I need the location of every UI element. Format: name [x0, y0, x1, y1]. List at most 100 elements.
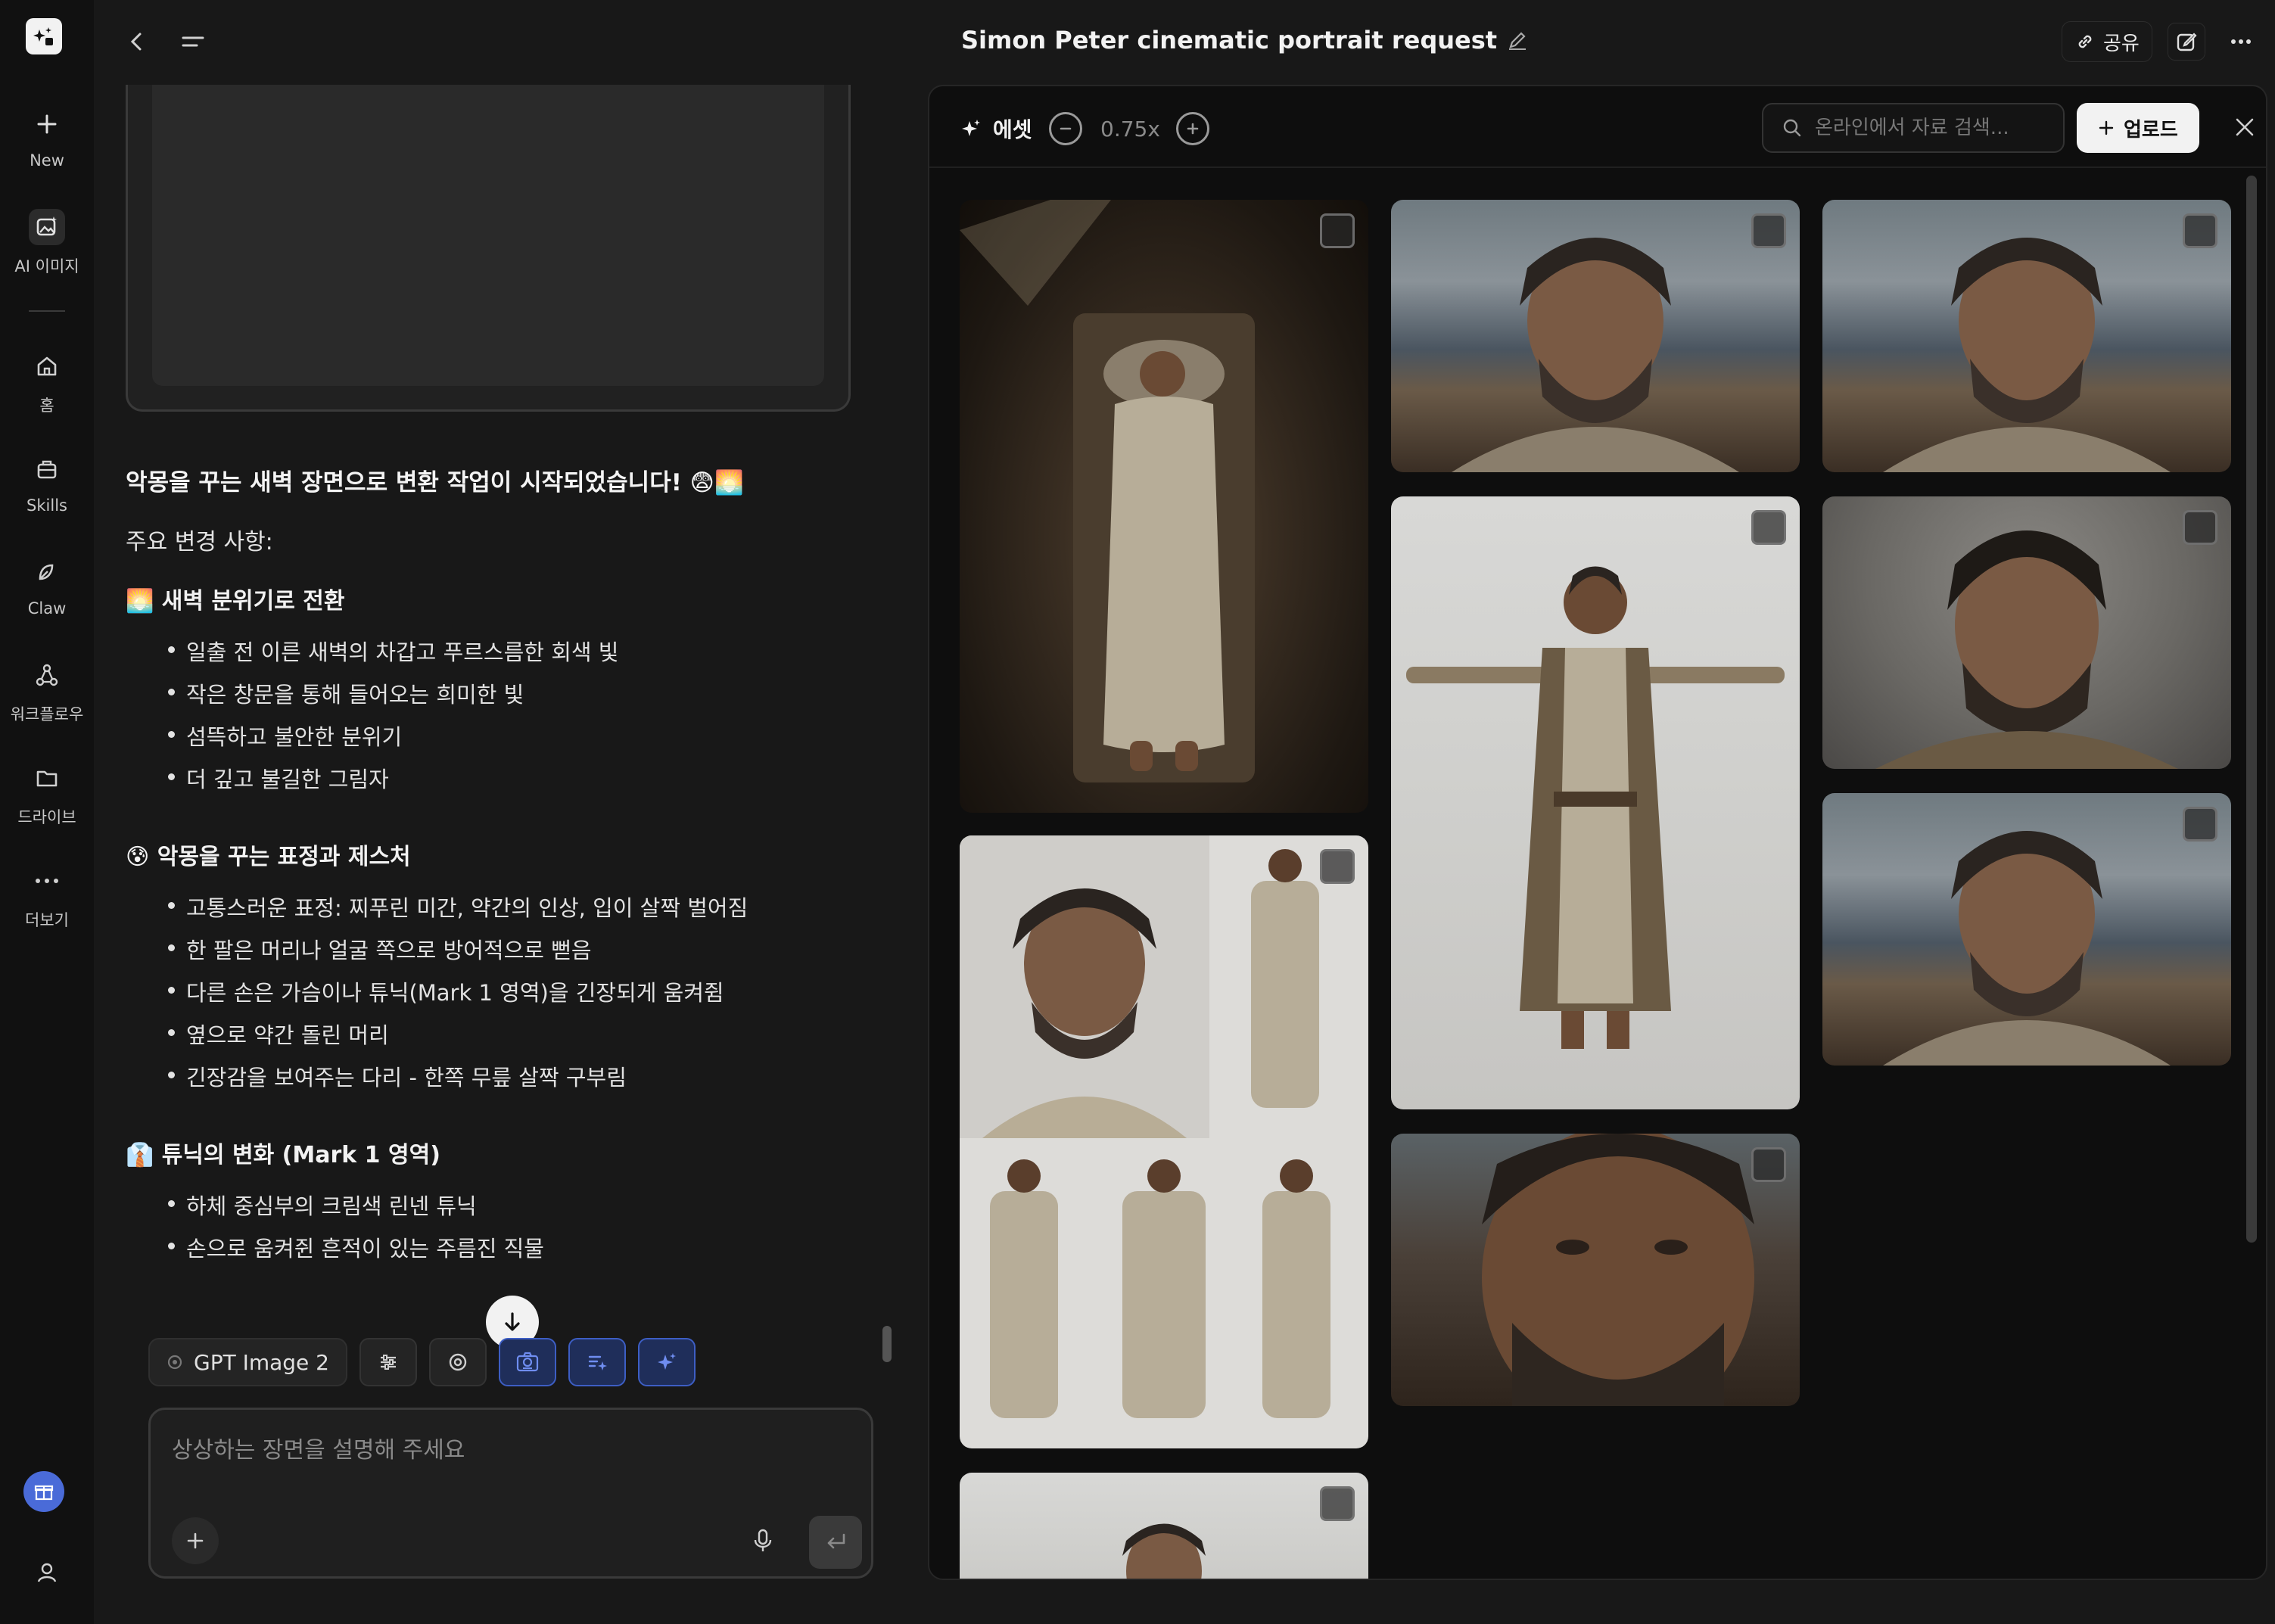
asset-thumbnail[interactable]: [1391, 496, 1800, 1109]
rail-drive[interactable]: 드라이브: [0, 760, 94, 828]
settings-sliders-button[interactable]: [359, 1338, 417, 1386]
magic-toggle[interactable]: [638, 1338, 696, 1386]
asset-search-input[interactable]: [1815, 117, 2042, 139]
list-item: 작은 창문을 통해 들어오는 희미한 빛: [126, 677, 882, 720]
target-icon: [449, 1353, 467, 1371]
asset-thumbnail[interactable]: [960, 1473, 1368, 1579]
rail-label: 워크플로우: [10, 705, 84, 723]
select-checkbox[interactable]: [1751, 1147, 1786, 1182]
prompt-enhance-toggle[interactable]: [568, 1338, 626, 1386]
style-button[interactable]: [429, 1338, 487, 1386]
message-headline: 악몽을 꾸는 새벽 장면으로 변환 작업이 시작되었습니다! 😨🌅: [126, 469, 744, 496]
zoom-out-button[interactable]: [1049, 112, 1082, 145]
chat-message: 악몽을 꾸는 새벽 장면으로 변환 작업이 시작되었습니다! 😨🌅 주요 변경 …: [126, 463, 882, 1307]
chat-panel: 악몽을 꾸는 새벽 장면으로 변환 작업이 시작되었습니다! 😨🌅 주요 변경 …: [94, 85, 904, 1624]
more-options-button[interactable]: [2222, 23, 2260, 61]
menu-button[interactable]: [174, 23, 212, 61]
app-logo-icon[interactable]: [26, 18, 62, 54]
asset-thumbnail[interactable]: [1822, 200, 2231, 472]
microphone-button[interactable]: [742, 1520, 783, 1561]
portrait-image: [1122, 1523, 1206, 1579]
claw-icon: [29, 554, 65, 590]
share-label: 공유: [2103, 32, 2140, 55]
asset-thumbnail[interactable]: [1822, 793, 2231, 1066]
section-heading: 👔 튜닉의 변화 (Mark 1 영역): [126, 1142, 440, 1168]
select-checkbox[interactable]: [1320, 849, 1355, 884]
list-item: 더 깊고 불길한 그림자: [126, 762, 882, 804]
select-checkbox[interactable]: [1320, 213, 1355, 248]
rail-label: Skills: [26, 496, 67, 515]
rail-label: Claw: [27, 599, 67, 618]
camera-on-toggle[interactable]: [499, 1338, 556, 1386]
t-pose-image: [1406, 566, 1785, 1049]
close-assets-button[interactable]: [2227, 109, 2263, 145]
chat-scrollbar[interactable]: [882, 1326, 892, 1362]
more-dots-icon: [2231, 39, 2251, 44]
edit-pencil-icon[interactable]: [1506, 29, 1529, 51]
rail-ai-image[interactable]: AI 이미지: [0, 209, 94, 277]
prompt-input[interactable]: [172, 1431, 838, 1469]
attach-button[interactable]: [172, 1517, 219, 1564]
rail-profile[interactable]: [0, 1554, 94, 1591]
page-title-text: Simon Peter cinematic portrait request: [961, 26, 1498, 54]
rail-label: 드라이브: [17, 808, 76, 826]
zoom-in-button[interactable]: [1176, 112, 1209, 145]
upload-button[interactable]: 업로드: [2077, 103, 2199, 153]
rail-skills[interactable]: Skills: [0, 451, 94, 515]
text-sparkle-icon: [588, 1355, 607, 1370]
upload-label: 업로드: [2124, 118, 2178, 142]
rail-label: AI 이미지: [14, 257, 79, 275]
asset-thumbnail[interactable]: [1822, 496, 2231, 769]
link-icon: [2078, 35, 2092, 48]
list-item: 한 팔은 머리나 얼굴 쪽으로 방어적으로 뻗음: [126, 933, 882, 975]
composer-toolbar: GPT Image 2: [148, 1338, 696, 1386]
rail-claw[interactable]: Claw: [0, 554, 94, 618]
rail-workflow[interactable]: 워크플로우: [0, 657, 94, 725]
sparkle-icon: [962, 120, 980, 136]
bullet-list: 하체 중심부의 크림색 린넨 튜닉 손으로 움켜쥔 흔적이 있는 주름진 직물: [126, 1189, 882, 1274]
man-at-sea-image: [1883, 238, 2171, 472]
gift-icon[interactable]: [23, 1471, 64, 1512]
list-item: 일출 전 이른 새벽의 차갑고 푸르스름한 회색 빛: [126, 635, 882, 677]
select-checkbox[interactable]: [1320, 1486, 1355, 1521]
top-bar: Simon Peter cinematic portrait request 공…: [94, 0, 2275, 85]
new-chat-button[interactable]: [2168, 23, 2205, 61]
rail-more[interactable]: 더보기: [0, 863, 94, 931]
zoom-level: 0.75x: [1100, 117, 1160, 142]
send-button[interactable]: [809, 1516, 862, 1569]
rail-home[interactable]: 홈: [0, 348, 94, 416]
select-checkbox[interactable]: [1751, 510, 1786, 545]
assets-header: 에셋 0.75x 업로드: [929, 86, 2266, 168]
share-button[interactable]: 공유: [2062, 21, 2152, 62]
select-checkbox[interactable]: [1751, 213, 1786, 248]
arrow-down-icon: [505, 1312, 520, 1331]
rail-divider: [29, 310, 65, 312]
select-checkbox[interactable]: [2183, 510, 2217, 545]
image-preview-card[interactable]: [126, 85, 851, 412]
man-at-sea-image: [1452, 238, 1739, 472]
asset-thumbnail[interactable]: [960, 200, 1368, 813]
plus-icon: [2099, 120, 2114, 135]
folder-icon: [29, 760, 65, 796]
back-button[interactable]: [118, 23, 156, 61]
model-selector[interactable]: GPT Image 2: [148, 1338, 347, 1386]
bullet-list: 고통스러운 표정: 찌푸린 미간, 약간의 인상, 입이 살짝 벌어짐 한 팔은…: [126, 891, 882, 1103]
plus-icon: [187, 1532, 204, 1549]
list-item: 섬뜩하고 불안한 분위기: [126, 720, 882, 762]
asset-thumbnail[interactable]: [1391, 200, 1800, 472]
camera-icon: [516, 1352, 539, 1372]
asset-thumbnail[interactable]: [960, 835, 1368, 1448]
plus-icon: [29, 106, 65, 142]
menu-icon: [182, 36, 204, 47]
section-heading: 🌅 새벽 분위기로 전환: [126, 588, 345, 614]
asset-search: [1762, 103, 2065, 153]
rail-new[interactable]: New: [0, 106, 94, 170]
asset-thumbnail[interactable]: [1391, 1134, 1800, 1406]
closeup-face-image: [1482, 1134, 1754, 1406]
list-item: 손으로 움켜쥔 흔적이 있는 주름진 직물: [126, 1231, 882, 1274]
assets-scrollbar[interactable]: [2246, 176, 2257, 1243]
select-checkbox[interactable]: [2183, 213, 2217, 248]
select-checkbox[interactable]: [2183, 807, 2217, 842]
list-item: 고통스러운 표정: 찌푸린 미간, 약간의 인상, 입이 살짝 벌어짐: [126, 891, 882, 933]
page-title[interactable]: Simon Peter cinematic portrait request: [961, 26, 1529, 54]
